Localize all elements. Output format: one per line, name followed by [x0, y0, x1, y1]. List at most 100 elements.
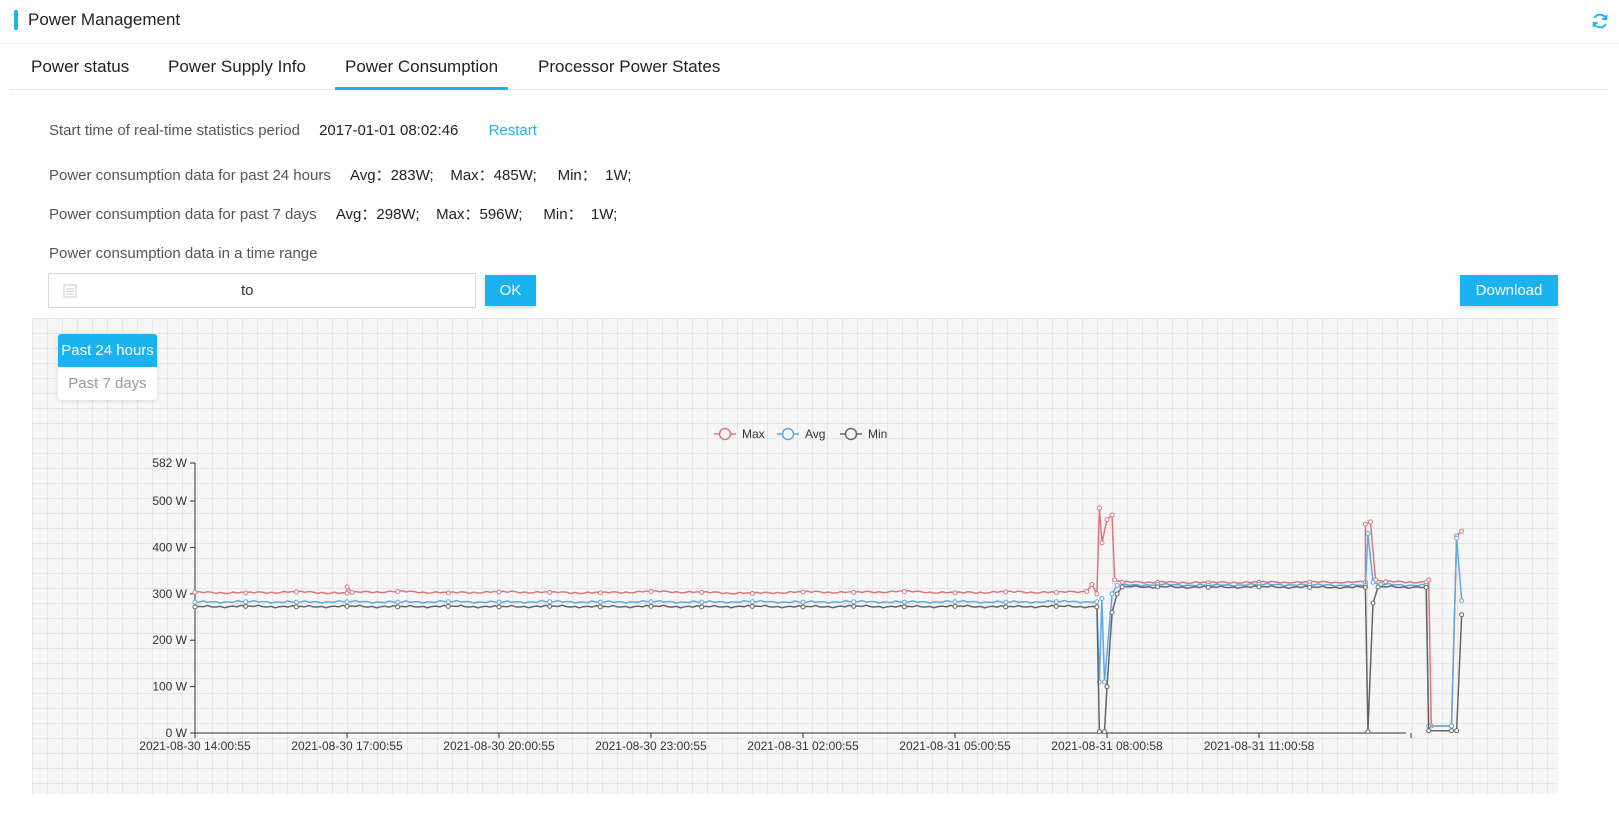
data-point-min — [1003, 604, 1009, 610]
period-toggle: Past 24 hours Past 7 days — [58, 334, 157, 400]
data-point-avg — [1454, 535, 1460, 541]
x-tick-label: 2021-08-31 08:00:58 — [1051, 739, 1163, 753]
data-point-max — [1053, 589, 1059, 595]
data-point-avg — [901, 599, 907, 605]
data-point-avg — [1449, 723, 1455, 729]
data-point-min — [1362, 584, 1368, 590]
data-point-min — [344, 603, 350, 609]
data-point-max — [749, 590, 755, 596]
data-point-avg — [597, 599, 603, 605]
past-7-days-option[interactable]: Past 7 days — [58, 367, 157, 400]
data-point-min — [1104, 684, 1110, 690]
data-point-min — [1256, 584, 1262, 590]
x-tick-label: 2021-08-31 11:00:58 — [1204, 739, 1315, 753]
chart-axes: 0 W 100 W 200 W 300 W 400 W 500 W 582 W 2021-08… — [139, 456, 1412, 753]
chart-legend: Max Avg Min — [714, 427, 887, 441]
y-tick-label: 582 W — [152, 456, 187, 470]
y-tick-label: 500 W — [152, 494, 187, 508]
data-point-min — [243, 603, 249, 609]
legend-label-min: Min — [868, 427, 887, 441]
data-point-avg — [293, 599, 299, 605]
data-point-avg — [395, 599, 401, 605]
data-point-max — [1084, 589, 1090, 595]
data-point-max — [192, 589, 198, 595]
data-point-max — [1109, 512, 1115, 518]
data-point-max — [1362, 521, 1368, 527]
data-point-max — [1089, 582, 1095, 588]
data-point-min — [901, 604, 907, 610]
data-point-min — [547, 603, 553, 609]
data-point-min — [952, 603, 958, 609]
past-24-hours-option[interactable]: Past 24 hours — [58, 334, 157, 367]
data-point-min — [1094, 604, 1100, 610]
data-point-min — [699, 604, 705, 610]
data-point-max — [1112, 577, 1118, 583]
chart-series — [192, 505, 1465, 735]
data-point-avg — [1099, 595, 1105, 601]
legend-marker-max — [718, 427, 732, 441]
data-point-max — [1104, 517, 1110, 523]
data-point-avg — [1365, 531, 1371, 537]
data-point-avg — [952, 599, 958, 605]
data-point-max — [349, 589, 355, 595]
data-point-max — [293, 589, 299, 595]
data-point-max — [699, 589, 705, 595]
data-point-avg — [1370, 579, 1376, 585]
data-point-max — [496, 589, 502, 595]
data-point-min — [800, 604, 806, 610]
y-tick-label: 400 W — [152, 540, 187, 554]
data-point-max — [344, 584, 350, 590]
data-point-min — [395, 604, 401, 610]
data-point-avg — [1003, 599, 1009, 605]
data-point-max — [851, 589, 857, 595]
data-point-min — [1119, 584, 1125, 590]
data-point-min — [1114, 591, 1120, 597]
power-line-chart: Max Avg Min 0 W 100 W 200 W 300 W 400 W 500 W 58… — [139, 427, 1465, 753]
legend-marker-avg — [781, 427, 795, 441]
data-point-min — [1449, 728, 1455, 734]
data-point-avg — [1101, 679, 1107, 685]
data-point-avg — [800, 599, 806, 605]
data-point-avg — [749, 599, 755, 605]
data-point-min — [1307, 584, 1313, 590]
data-point-max — [800, 589, 806, 595]
series-line-avg — [194, 533, 1463, 727]
data-point-max — [1426, 577, 1432, 583]
data-point-min — [1365, 729, 1371, 735]
data-point-min — [1205, 584, 1211, 590]
data-point-avg — [1094, 599, 1100, 605]
data-point-min — [1053, 603, 1059, 609]
data-point-avg — [699, 599, 705, 605]
x-tick-label: 2021-08-30 14:00:55 — [139, 739, 251, 753]
data-point-max — [1383, 579, 1389, 585]
data-point-avg — [192, 599, 198, 605]
data-point-min — [192, 604, 198, 610]
x-tick-label: 2021-08-30 20:00:55 — [443, 739, 555, 753]
data-point-avg — [344, 599, 350, 605]
data-point-max — [1459, 528, 1465, 534]
x-tick-label: 2021-08-31 05:00:55 — [899, 739, 1011, 753]
data-point-min — [1454, 728, 1460, 734]
x-tick-label: 2021-08-31 02:00:55 — [747, 739, 859, 753]
data-point-min — [445, 603, 451, 609]
data-point-min — [851, 603, 857, 609]
y-tick-label: 100 W — [152, 680, 187, 694]
data-point-min — [1375, 584, 1381, 590]
data-point-avg — [547, 599, 553, 605]
data-point-max — [1003, 589, 1009, 595]
data-point-max — [597, 590, 603, 596]
data-point-max — [1367, 519, 1373, 525]
data-point-min — [293, 604, 299, 610]
legend-label-avg: Avg — [805, 427, 825, 441]
series-line-min — [194, 584, 1463, 733]
x-tick-label: 2021-08-30 17:00:55 — [291, 739, 403, 753]
data-point-min — [597, 604, 603, 610]
data-point-max — [648, 589, 654, 595]
x-tick-label: 2021-08-30 23:00:55 — [595, 739, 707, 753]
data-point-avg — [851, 599, 857, 605]
data-point-max — [1099, 540, 1105, 546]
data-point-min — [648, 603, 654, 609]
data-point-max — [952, 590, 958, 596]
data-point-avg — [1053, 599, 1059, 605]
series-line-max — [194, 507, 1463, 727]
